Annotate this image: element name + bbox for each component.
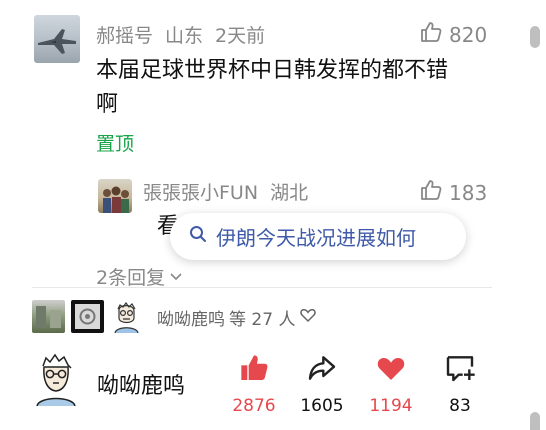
liker-avatar-3[interactable]	[110, 300, 143, 333]
search-icon	[188, 224, 208, 249]
like-button[interactable]: 2876	[224, 352, 284, 416]
pinned-label: 置顶	[96, 133, 135, 155]
thumbs-up-icon	[419, 20, 443, 49]
divider	[32, 287, 492, 288]
share-count: 1605	[300, 396, 344, 416]
comment-button[interactable]: 83	[430, 352, 490, 416]
heart-outline-icon	[299, 306, 317, 329]
more-replies-button[interactable]: 2条回复	[96, 263, 183, 290]
share-button[interactable]: 1605	[292, 352, 352, 416]
comment-like-count: 820	[449, 22, 488, 47]
comment-time: 2天前	[215, 25, 266, 47]
reply-avatar[interactable]	[98, 179, 132, 213]
commenter-location: 山东	[165, 25, 204, 47]
search-suggestion-text: 伊朗今天战况进展如何	[216, 226, 416, 250]
comment-text-line-1: 本届足球世界杯中日韩发挥的都不错	[96, 58, 449, 83]
author-avatar[interactable]	[33, 352, 79, 406]
thumbs-up-icon	[419, 178, 443, 207]
comment-count: 83	[449, 396, 471, 416]
search-suggestion-popup[interactable]: 伊朗今天战况进展如何	[170, 213, 466, 260]
likers-summary[interactable]: 呦呦鹿鸣 等 27 人	[157, 305, 317, 330]
liker-name: 呦呦鹿鸣	[157, 310, 225, 330]
heart-filled-icon	[374, 352, 408, 388]
commenter-username[interactable]: 郝摇号	[96, 21, 153, 48]
comment-like-button[interactable]: 820	[419, 20, 487, 49]
liker-avatar-1[interactable]	[32, 300, 65, 333]
favorite-button[interactable]: 1194	[361, 352, 421, 416]
like-count: 2876	[232, 396, 276, 416]
comment-text-line-2: 啊	[96, 92, 119, 117]
liker-count: 等 27 人	[229, 310, 296, 330]
liker-avatar-2[interactable]	[71, 300, 104, 333]
share-arrow-icon	[305, 352, 339, 388]
comment-plus-icon	[443, 352, 477, 388]
reply-like-count: 183	[449, 180, 488, 205]
author-name[interactable]: 呦呦鹿鸣	[97, 368, 185, 400]
scrollbar-thumb[interactable]	[530, 26, 540, 48]
reply-location: 湖北	[270, 182, 309, 204]
favorite-count: 1194	[369, 396, 413, 416]
more-replies-label: 2条回复	[96, 267, 166, 289]
reply-like-button[interactable]: 183	[419, 178, 487, 207]
reply-username[interactable]: 張張張小FUN	[143, 178, 258, 205]
commenter-avatar[interactable]	[34, 15, 80, 63]
thumbs-up-filled-icon	[237, 352, 271, 388]
scrollbar-thumb-bottom[interactable]	[530, 412, 540, 430]
chevron-down-icon	[169, 266, 183, 288]
